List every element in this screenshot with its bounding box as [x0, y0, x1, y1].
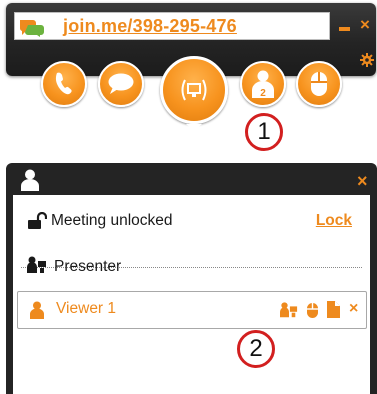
- screen-share-button[interactable]: [160, 56, 228, 124]
- presenter-row: Presenter: [13, 251, 370, 279]
- participants-button[interactable]: 2: [240, 61, 286, 107]
- screen-share-icon: [181, 79, 207, 101]
- presenter-label: Presenter: [54, 258, 122, 275]
- make-presenter-icon[interactable]: [280, 301, 298, 319]
- joinme-logo-icon: [19, 20, 44, 37]
- participants-icon: 2: [252, 70, 274, 99]
- meeting-url-link[interactable]: join.me/398-295-476: [63, 16, 237, 37]
- participants-list: Meeting unlocked Lock Presenter Viewer 1: [13, 195, 370, 394]
- minimize-button[interactable]: [339, 27, 350, 31]
- close-panel-button[interactable]: ×: [357, 172, 368, 190]
- remote-control-button[interactable]: [296, 61, 342, 107]
- meeting-lock-row: Meeting unlocked Lock: [13, 207, 370, 235]
- lock-meeting-link[interactable]: Lock: [316, 212, 352, 230]
- participant-count-badge: 2: [260, 88, 266, 99]
- person-icon: [21, 169, 39, 191]
- meeting-url-bar: join.me/398-295-476: [14, 12, 330, 40]
- chat-button[interactable]: [98, 61, 144, 107]
- presenter-icon: [27, 256, 46, 273]
- viewer-name: Viewer 1: [56, 300, 117, 317]
- mouse-icon: [311, 72, 327, 96]
- callout-marker-1: 1: [245, 113, 283, 151]
- phone-button[interactable]: [41, 61, 87, 107]
- gear-icon[interactable]: [360, 53, 374, 67]
- remove-viewer-button[interactable]: ×: [349, 301, 358, 317]
- viewer-row[interactable]: Viewer 1 ×: [17, 291, 367, 329]
- unlocked-padlock-icon: [28, 212, 47, 229]
- phone-icon: [55, 72, 72, 95]
- chat-icon: [108, 73, 134, 94]
- callout-marker-2: 2: [237, 330, 275, 368]
- screen-share-pointer: [186, 124, 202, 131]
- send-file-icon[interactable]: [327, 301, 340, 318]
- give-control-mouse-icon[interactable]: [306, 301, 319, 319]
- close-toolbar-button[interactable]: ×: [360, 16, 370, 33]
- participants-panel: × Meeting unlocked Lock Presenter Viewer…: [6, 163, 377, 394]
- viewer-person-icon: [30, 301, 44, 319]
- meeting-status-label: Meeting unlocked: [51, 212, 173, 229]
